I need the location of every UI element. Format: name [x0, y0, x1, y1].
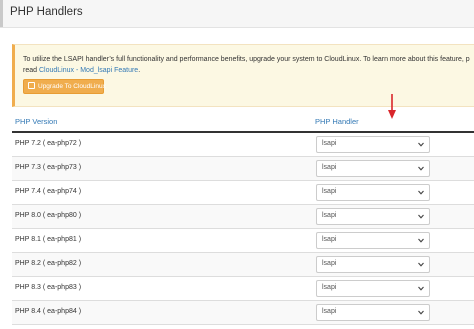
cloudlinux-feature-link[interactable]: CloudLinux - Mod_lsapi Feature [39, 67, 138, 74]
table-row: PHP 7.3 ( ea-php73 ) lsapi [12, 157, 474, 181]
php-handler-selected-value: lsapi [322, 140, 337, 147]
notice-line-2: read CloudLinux - Mod_lsapi Feature. [23, 65, 474, 76]
php-version-cell: PHP 8.4 ( ea-php84 ) [15, 308, 82, 315]
php-handler-selected-value: lsapi [322, 236, 337, 243]
php-handler-select[interactable]: lsapi [316, 256, 430, 273]
chevron-down-icon [418, 166, 424, 171]
php-handler-selected-value: lsapi [322, 212, 337, 219]
table-row: PHP 8.2 ( ea-php82 ) lsapi [12, 253, 474, 277]
table-row: PHP 7.4 ( ea-php74 ) lsapi [12, 181, 474, 205]
table-row: PHP 7.2 ( ea-php72 ) lsapi [12, 133, 474, 157]
php-handler-select[interactable]: lsapi [316, 136, 430, 153]
cloudlinux-notice: To utilize the LSAPI handler’s full func… [12, 44, 474, 107]
notice-text: To utilize the LSAPI handler’s full func… [23, 54, 474, 76]
php-version-cell: PHP 8.3 ( ea-php83 ) [15, 284, 82, 291]
column-header-php-version[interactable]: PHP Version [15, 117, 57, 126]
php-handler-selected-value: lsapi [322, 188, 337, 195]
php-version-cell: PHP 7.2 ( ea-php72 ) [15, 140, 82, 147]
php-handler-selected-value: lsapi [322, 284, 337, 291]
chevron-down-icon [418, 286, 424, 291]
page-header: PHP Handlers [0, 0, 474, 28]
upgrade-button-label: Upgrade To CloudLinux [38, 83, 106, 90]
table-header: PHP Version PHP Handler [12, 112, 474, 133]
php-handler-select[interactable]: lsapi [316, 184, 430, 201]
php-version-cell: PHP 8.2 ( ea-php82 ) [15, 260, 82, 267]
php-version-cell: PHP 8.1 ( ea-php81 ) [15, 236, 82, 243]
chevron-down-icon [418, 142, 424, 147]
php-handler-select[interactable]: lsapi [316, 160, 430, 177]
php-handler-selected-value: lsapi [322, 308, 337, 315]
chevron-down-icon [418, 262, 424, 267]
php-version-cell: PHP 7.4 ( ea-php74 ) [15, 188, 82, 195]
php-version-cell: PHP 8.0 ( ea-php80 ) [15, 212, 82, 219]
chevron-down-icon [418, 310, 424, 315]
table-row: PHP 8.0 ( ea-php80 ) lsapi [12, 205, 474, 229]
php-handler-selected-value: lsapi [322, 260, 337, 267]
php-handler-select[interactable]: lsapi [316, 280, 430, 297]
table-row: PHP 8.4 ( ea-php84 ) lsapi [12, 301, 474, 325]
php-handler-select[interactable]: lsapi [316, 232, 430, 249]
external-link-icon [28, 82, 35, 89]
php-handler-select[interactable]: lsapi [316, 304, 430, 321]
upgrade-to-cloudlinux-button[interactable]: Upgrade To CloudLinux [23, 79, 106, 94]
php-handler-selected-value: lsapi [322, 164, 337, 171]
column-header-php-handler[interactable]: PHP Handler [315, 117, 359, 126]
notice-line-2-suffix: . [138, 67, 141, 74]
php-version-cell: PHP 7.3 ( ea-php73 ) [15, 164, 82, 171]
table-row: PHP 8.1 ( ea-php81 ) lsapi [12, 229, 474, 253]
table-row: PHP 8.3 ( ea-php83 ) lsapi [12, 277, 474, 301]
chevron-down-icon [418, 214, 424, 219]
chevron-down-icon [418, 190, 424, 195]
header-accent-bar [0, 0, 3, 27]
chevron-down-icon [418, 238, 424, 243]
notice-line-2-prefix: read [23, 67, 39, 74]
page-title: PHP Handlers [10, 6, 83, 18]
notice-line-1: To utilize the LSAPI handler’s full func… [23, 56, 470, 63]
php-handler-select[interactable]: lsapi [316, 208, 430, 225]
